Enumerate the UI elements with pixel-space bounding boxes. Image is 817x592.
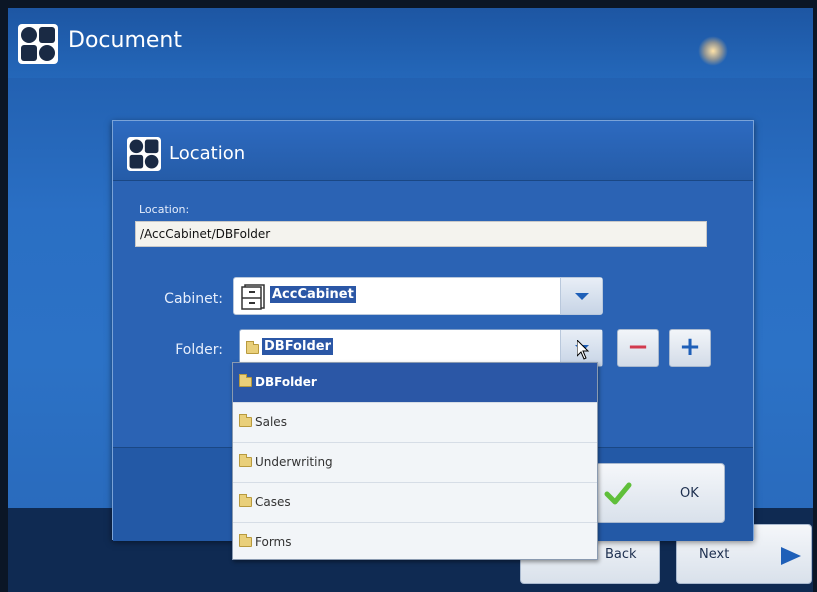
cabinet-value: AccCabinet xyxy=(270,286,356,303)
folder-value: DBFolder xyxy=(262,338,333,355)
folder-icon xyxy=(239,454,252,467)
remove-folder-button[interactable]: − xyxy=(617,329,659,367)
folder-option-label: Underwriting xyxy=(255,455,333,469)
folder-option-sales[interactable]: Sales xyxy=(233,403,597,443)
add-folder-button[interactable]: + xyxy=(669,329,711,367)
next-button-label: Next xyxy=(699,547,730,562)
app-title: Document xyxy=(68,28,182,53)
cabinet-label: Cabinet: xyxy=(164,291,223,307)
folder-option-underwriting[interactable]: Underwriting xyxy=(233,443,597,483)
ok-button[interactable]: OK xyxy=(595,463,725,523)
folder-option-dbfolder[interactable]: DBFolder xyxy=(233,363,597,403)
folder-option-label: DBFolder xyxy=(255,375,317,389)
dialog-logo-icon xyxy=(127,137,161,171)
folder-icon xyxy=(239,534,252,547)
mouse-cursor-icon xyxy=(577,340,590,360)
folder-option-label: Forms xyxy=(255,535,292,549)
checkmark-icon xyxy=(604,482,632,505)
folder-label: Folder: xyxy=(175,342,223,358)
dialog-title: Location xyxy=(169,143,246,164)
folder-icon xyxy=(246,341,259,354)
cabinet-select[interactable]: AccCabinet xyxy=(233,277,603,315)
folder-option-cases[interactable]: Cases xyxy=(233,483,597,523)
location-field[interactable]: /AccCabinet/DBFolder xyxy=(135,221,707,247)
folder-dropdown-list: DBFolder Sales Underwriting Cases Forms xyxy=(232,362,598,560)
folder-dropdown-button[interactable] xyxy=(560,330,602,366)
next-arrow-icon xyxy=(781,547,801,565)
ok-button-label: OK xyxy=(680,486,699,501)
app-logo-icon xyxy=(18,24,58,64)
folder-option-label: Cases xyxy=(255,495,291,509)
cabinet-icon xyxy=(241,284,265,310)
folder-option-label: Sales xyxy=(255,415,287,429)
location-label: Location: xyxy=(139,203,190,216)
folder-icon xyxy=(239,374,252,387)
screen-glare xyxy=(698,36,728,66)
folder-icon xyxy=(239,494,252,507)
folder-option-forms[interactable]: Forms xyxy=(233,523,597,563)
chevron-down-icon xyxy=(575,293,589,300)
app-header: Document xyxy=(8,8,813,78)
cabinet-dropdown-button[interactable] xyxy=(560,278,602,314)
dialog-header: Location xyxy=(113,121,753,181)
back-button-label: Back xyxy=(605,547,637,562)
folder-icon xyxy=(239,414,252,427)
